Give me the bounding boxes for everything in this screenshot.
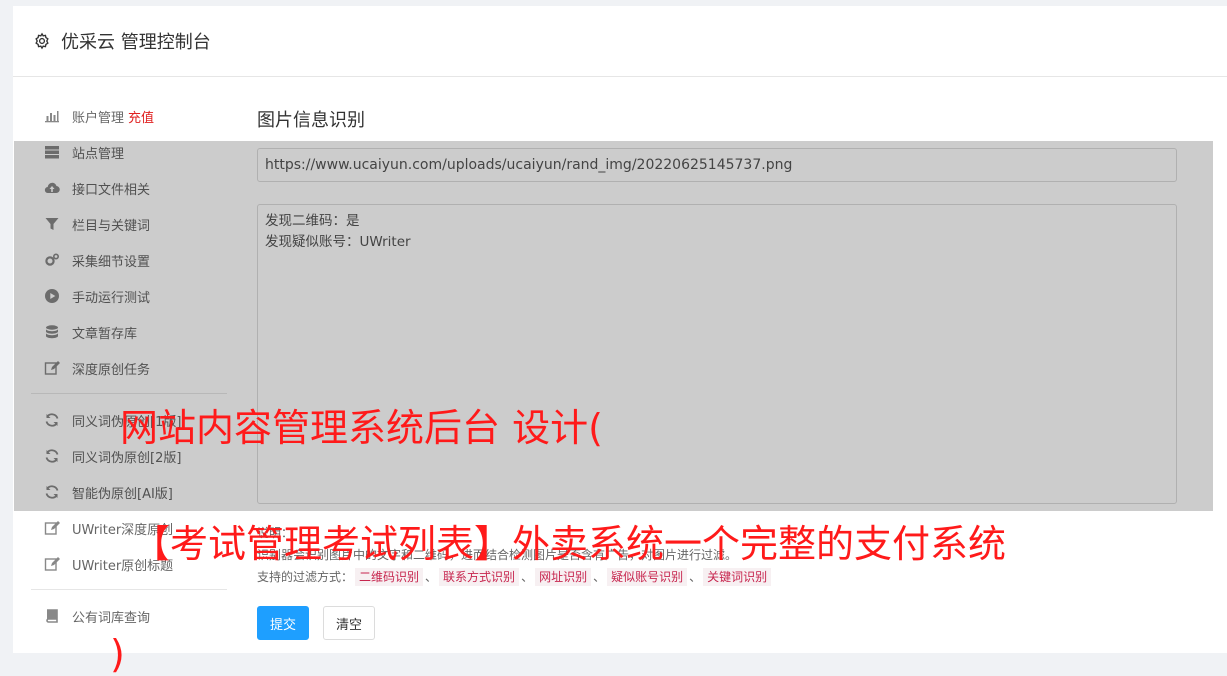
main-panel: 图片信息识别 发现二维码：是 发现疑似账号：UWriter 说明： 识别器会识别…	[257, 106, 1177, 640]
sidebar-item-label: 站点管理	[72, 146, 125, 162]
sidebar-item-label: 同义词伪原创[1版]	[72, 414, 182, 430]
refresh-icon	[43, 447, 61, 465]
server-icon	[43, 143, 61, 161]
action-buttons: 提交 清空	[257, 606, 1177, 640]
sidebar-item[interactable]: 同义词伪原创[1版]	[31, 402, 227, 438]
sidebar-item[interactable]: 手动运行测试	[31, 278, 227, 314]
sidebar-item-label: UWriter深度原创	[72, 522, 174, 538]
filter-tag: 网址识别	[535, 568, 592, 586]
filter-tag: 疑似账号识别	[607, 568, 688, 586]
sidebar-item-label: 手动运行测试	[72, 290, 151, 306]
sidebar-item[interactable]: UWriter深度原创	[31, 510, 227, 546]
sidebar-item[interactable]: 同义词伪原创[2版]	[31, 438, 227, 474]
sidebar-item[interactable]: 文章暂存库	[31, 314, 227, 350]
edit-icon	[43, 519, 61, 537]
sidebar-item-label: UWriter原创标题	[72, 558, 174, 574]
sidebar: 账户管理 充值站点管理接口文件相关 栏目与关键词 采集细节设置 手动运行测试 文章暂存库深…	[31, 98, 227, 634]
sidebar-item-label: 采集细节设置	[72, 254, 151, 270]
sidebar-item[interactable]: 采集细节设置	[31, 242, 227, 278]
notes-description: 识别器会识别图片中的文字和二维码，进而结合检测图片是否含有广告，对图片进行过滤。	[257, 548, 738, 562]
image-url-input[interactable]	[257, 148, 1177, 182]
filter-list: 支持的过滤方式： 二维码识别、联系方式识别、网址识别、疑似账号识别、关键词识别	[257, 566, 1177, 588]
console-title: 优采云 管理控制台	[61, 32, 211, 53]
filter-tag: 二维码识别	[355, 568, 424, 586]
notes-title: 说明：	[257, 526, 294, 540]
edit-icon	[43, 359, 61, 377]
submit-button[interactable]: 提交	[257, 606, 310, 640]
sidebar-item-label: 深度原创任务	[72, 362, 151, 378]
bar-chart-icon	[43, 107, 61, 125]
filter-label: 支持的过滤方式：	[257, 570, 354, 584]
sidebar-item[interactable]: 站点管理	[31, 134, 227, 170]
page-title: 图片信息识别	[257, 110, 365, 131]
sidebar-item[interactable]: UWriter原创标题	[31, 546, 227, 582]
filter-tag: 联系方式识别	[439, 568, 520, 586]
sidebar-item[interactable]: 深度原创任务	[31, 350, 227, 386]
filter-tag: 关键词识别	[703, 568, 772, 586]
cogs-icon	[43, 251, 61, 269]
sidebar-item[interactable]: 智能伪原创[AI版]	[31, 474, 227, 510]
clear-button[interactable]: 清空	[323, 606, 376, 640]
gear-icon	[33, 32, 51, 50]
sidebar-divider	[31, 393, 227, 394]
notes: 说明： 识别器会识别图片中的文字和二维码，进而结合检测图片是否含有广告，对图片进…	[257, 522, 1177, 588]
refresh-icon	[43, 411, 61, 429]
sidebar-item[interactable]: 栏目与关键词	[31, 206, 227, 242]
sidebar-item[interactable]: 公有词库查询	[31, 598, 227, 634]
sidebar-item-label: 账户管理	[72, 110, 125, 126]
recharge-link[interactable]: 充值	[128, 107, 154, 126]
cloud-upload-icon	[43, 179, 61, 197]
console-page: 优采云 管理控制台 账户管理 充值站点管理接口文件相关 栏目与关键词 采集细节设置 手动…	[13, 6, 1227, 653]
result-textarea[interactable]: 发现二维码：是 发现疑似账号：UWriter	[257, 204, 1177, 504]
book-icon	[43, 607, 61, 625]
sidebar-item-label: 栏目与关键词	[72, 218, 151, 234]
sidebar-item-label: 同义词伪原创[2版]	[72, 450, 182, 466]
sidebar-item[interactable]: 接口文件相关	[31, 170, 227, 206]
sidebar-item-label: 公有词库查询	[72, 610, 151, 626]
filter-icon	[43, 215, 61, 233]
database-icon	[43, 323, 61, 341]
sidebar-item[interactable]: 账户管理 充值	[31, 98, 227, 134]
sidebar-item-label: 接口文件相关	[72, 182, 151, 198]
sidebar-item-label: 文章暂存库	[72, 326, 138, 342]
sidebar-divider	[31, 589, 227, 590]
refresh-icon	[43, 483, 61, 501]
edit-icon	[43, 555, 61, 573]
header: 优采云 管理控制台	[13, 6, 1227, 77]
sidebar-item-label: 智能伪原创[AI版]	[72, 486, 173, 502]
play-icon	[43, 287, 61, 305]
